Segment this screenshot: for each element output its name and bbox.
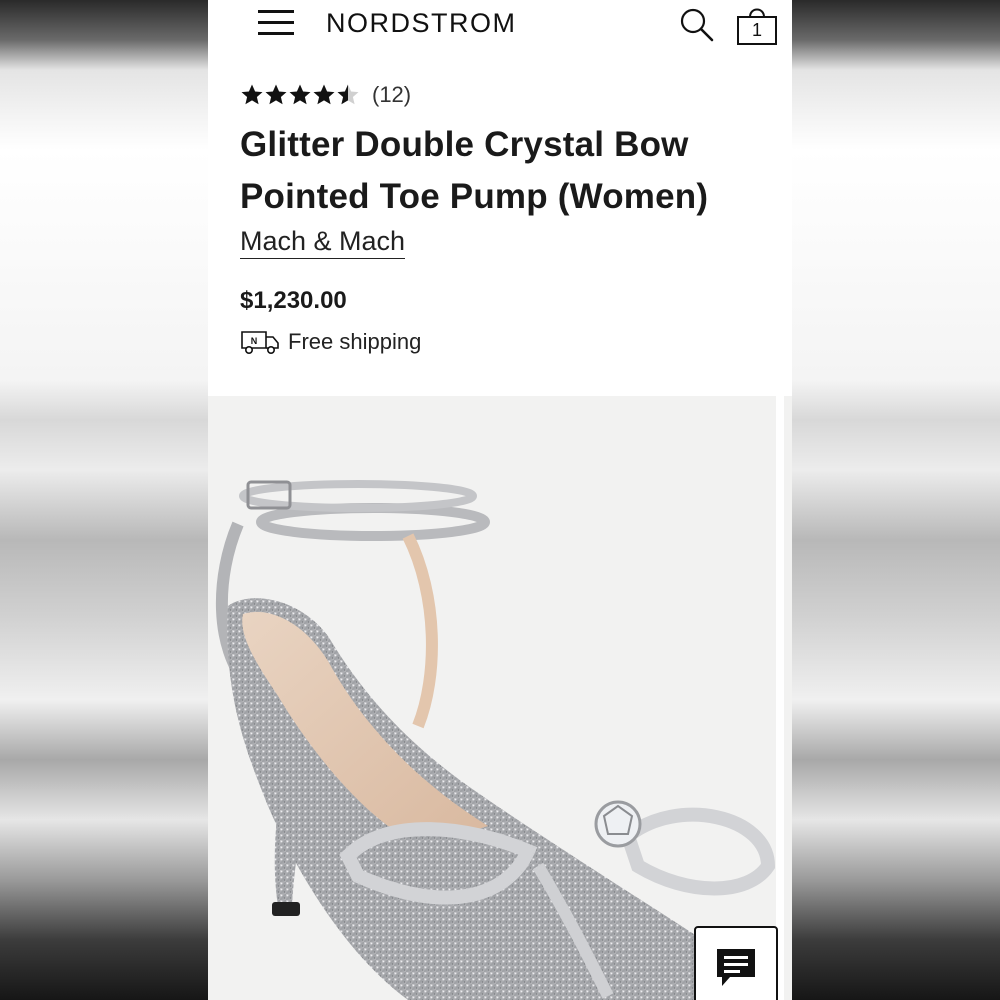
search-icon[interactable]: [678, 6, 716, 44]
product-title: Glitter Double Crystal Bow Pointed Toe P…: [240, 125, 709, 216]
star-half-icon: [337, 84, 359, 105]
nordstrom-logo[interactable]: NORDSTROM: [326, 8, 517, 39]
product-page: NORDSTROM 1 (12) Glitter Double Crystal …: [208, 0, 792, 1000]
hamburger-menu-icon[interactable]: [258, 8, 294, 38]
blurred-backdrop-left: [0, 0, 208, 1000]
shipping-info: N Free shipping: [240, 328, 421, 356]
shoe-illustration: [215, 480, 776, 1000]
product-price: $1,230.00: [240, 287, 347, 314]
shopping-bag-icon[interactable]: 1: [735, 4, 779, 46]
chat-bubble-icon: [717, 949, 755, 986]
rating-stars: [240, 83, 360, 107]
star-full-icon: [265, 84, 287, 105]
chat-button[interactable]: [694, 926, 778, 1000]
blurred-backdrop-right: [792, 0, 1000, 1000]
bag-count: 1: [751, 20, 762, 40]
svg-text:N: N: [251, 336, 258, 346]
star-full-icon: [313, 84, 335, 105]
next-product-image-peek[interactable]: [784, 396, 792, 1000]
site-header: NORDSTROM 1: [208, 0, 792, 52]
product-rating[interactable]: (12): [240, 80, 411, 110]
shipping-label: Free shipping: [288, 329, 422, 354]
brand-link[interactable]: Mach & Mach: [240, 226, 406, 259]
product-image[interactable]: [208, 396, 776, 1000]
star-full-icon: [241, 84, 263, 105]
review-count[interactable]: (12): [372, 82, 411, 108]
star-full-icon: [289, 84, 311, 105]
delivery-truck-icon: N: [241, 331, 279, 354]
